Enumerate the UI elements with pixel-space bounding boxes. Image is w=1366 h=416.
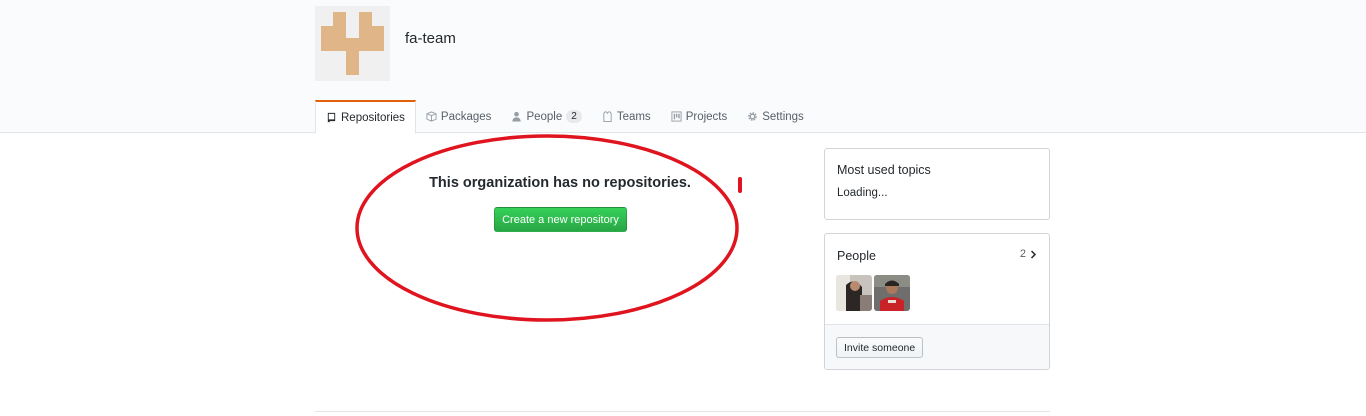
tab-label: Packages bbox=[440, 110, 492, 123]
tab-projects[interactable]: Projects bbox=[661, 100, 738, 133]
jersey-icon bbox=[603, 111, 612, 122]
most-used-topics-box: Most used topics Loading... bbox=[824, 148, 1050, 220]
tab-label: People bbox=[526, 110, 563, 123]
tab-label: Teams bbox=[616, 110, 651, 123]
tab-label: Settings bbox=[762, 110, 804, 123]
invite-someone-button[interactable]: Invite someone bbox=[836, 337, 924, 358]
member-avatar[interactable] bbox=[836, 275, 872, 311]
repo-icon bbox=[327, 112, 336, 123]
member-photo bbox=[874, 275, 910, 311]
people-count-link[interactable]: 2 bbox=[1020, 248, 1037, 260]
create-repository-button[interactable]: Create a new repository bbox=[494, 207, 627, 232]
topics-loading-text: Loading... bbox=[837, 187, 888, 199]
tab-settings[interactable]: Settings bbox=[737, 100, 814, 133]
member-avatar[interactable] bbox=[874, 275, 910, 311]
blankslate-title: This organization has no repositories. bbox=[429, 175, 691, 191]
people-footer: Invite someone bbox=[825, 324, 1049, 369]
topics-title: Most used topics bbox=[837, 163, 931, 177]
tab-people[interactable]: People 2 bbox=[501, 100, 591, 133]
project-icon bbox=[671, 111, 682, 122]
divider bbox=[315, 411, 1050, 412]
package-icon bbox=[426, 111, 437, 122]
tab-label: Repositories bbox=[341, 111, 405, 124]
tab-label: Projects bbox=[685, 110, 728, 123]
org-name: fa-team bbox=[405, 30, 456, 47]
person-icon bbox=[512, 111, 522, 122]
tab-packages[interactable]: Packages bbox=[416, 100, 502, 133]
tab-repositories[interactable]: Repositories bbox=[315, 100, 416, 134]
org-nav-tabs: Repositories Packages People 2 Teams Pro… bbox=[315, 100, 814, 134]
people-box: People 2 Invite someone bbox=[824, 233, 1050, 370]
chevron-right-icon bbox=[1030, 250, 1037, 259]
identicon-icon bbox=[321, 12, 384, 75]
org-avatar[interactable] bbox=[315, 6, 390, 81]
member-photo bbox=[836, 275, 872, 311]
gear-icon bbox=[748, 112, 758, 121]
people-count: 2 bbox=[1019, 248, 1026, 260]
tab-teams[interactable]: Teams bbox=[592, 100, 661, 133]
org-header: fa-team Repositories Packages People 2 T… bbox=[0, 0, 1366, 134]
people-counter: 2 bbox=[566, 110, 582, 123]
people-title: People bbox=[837, 249, 876, 263]
